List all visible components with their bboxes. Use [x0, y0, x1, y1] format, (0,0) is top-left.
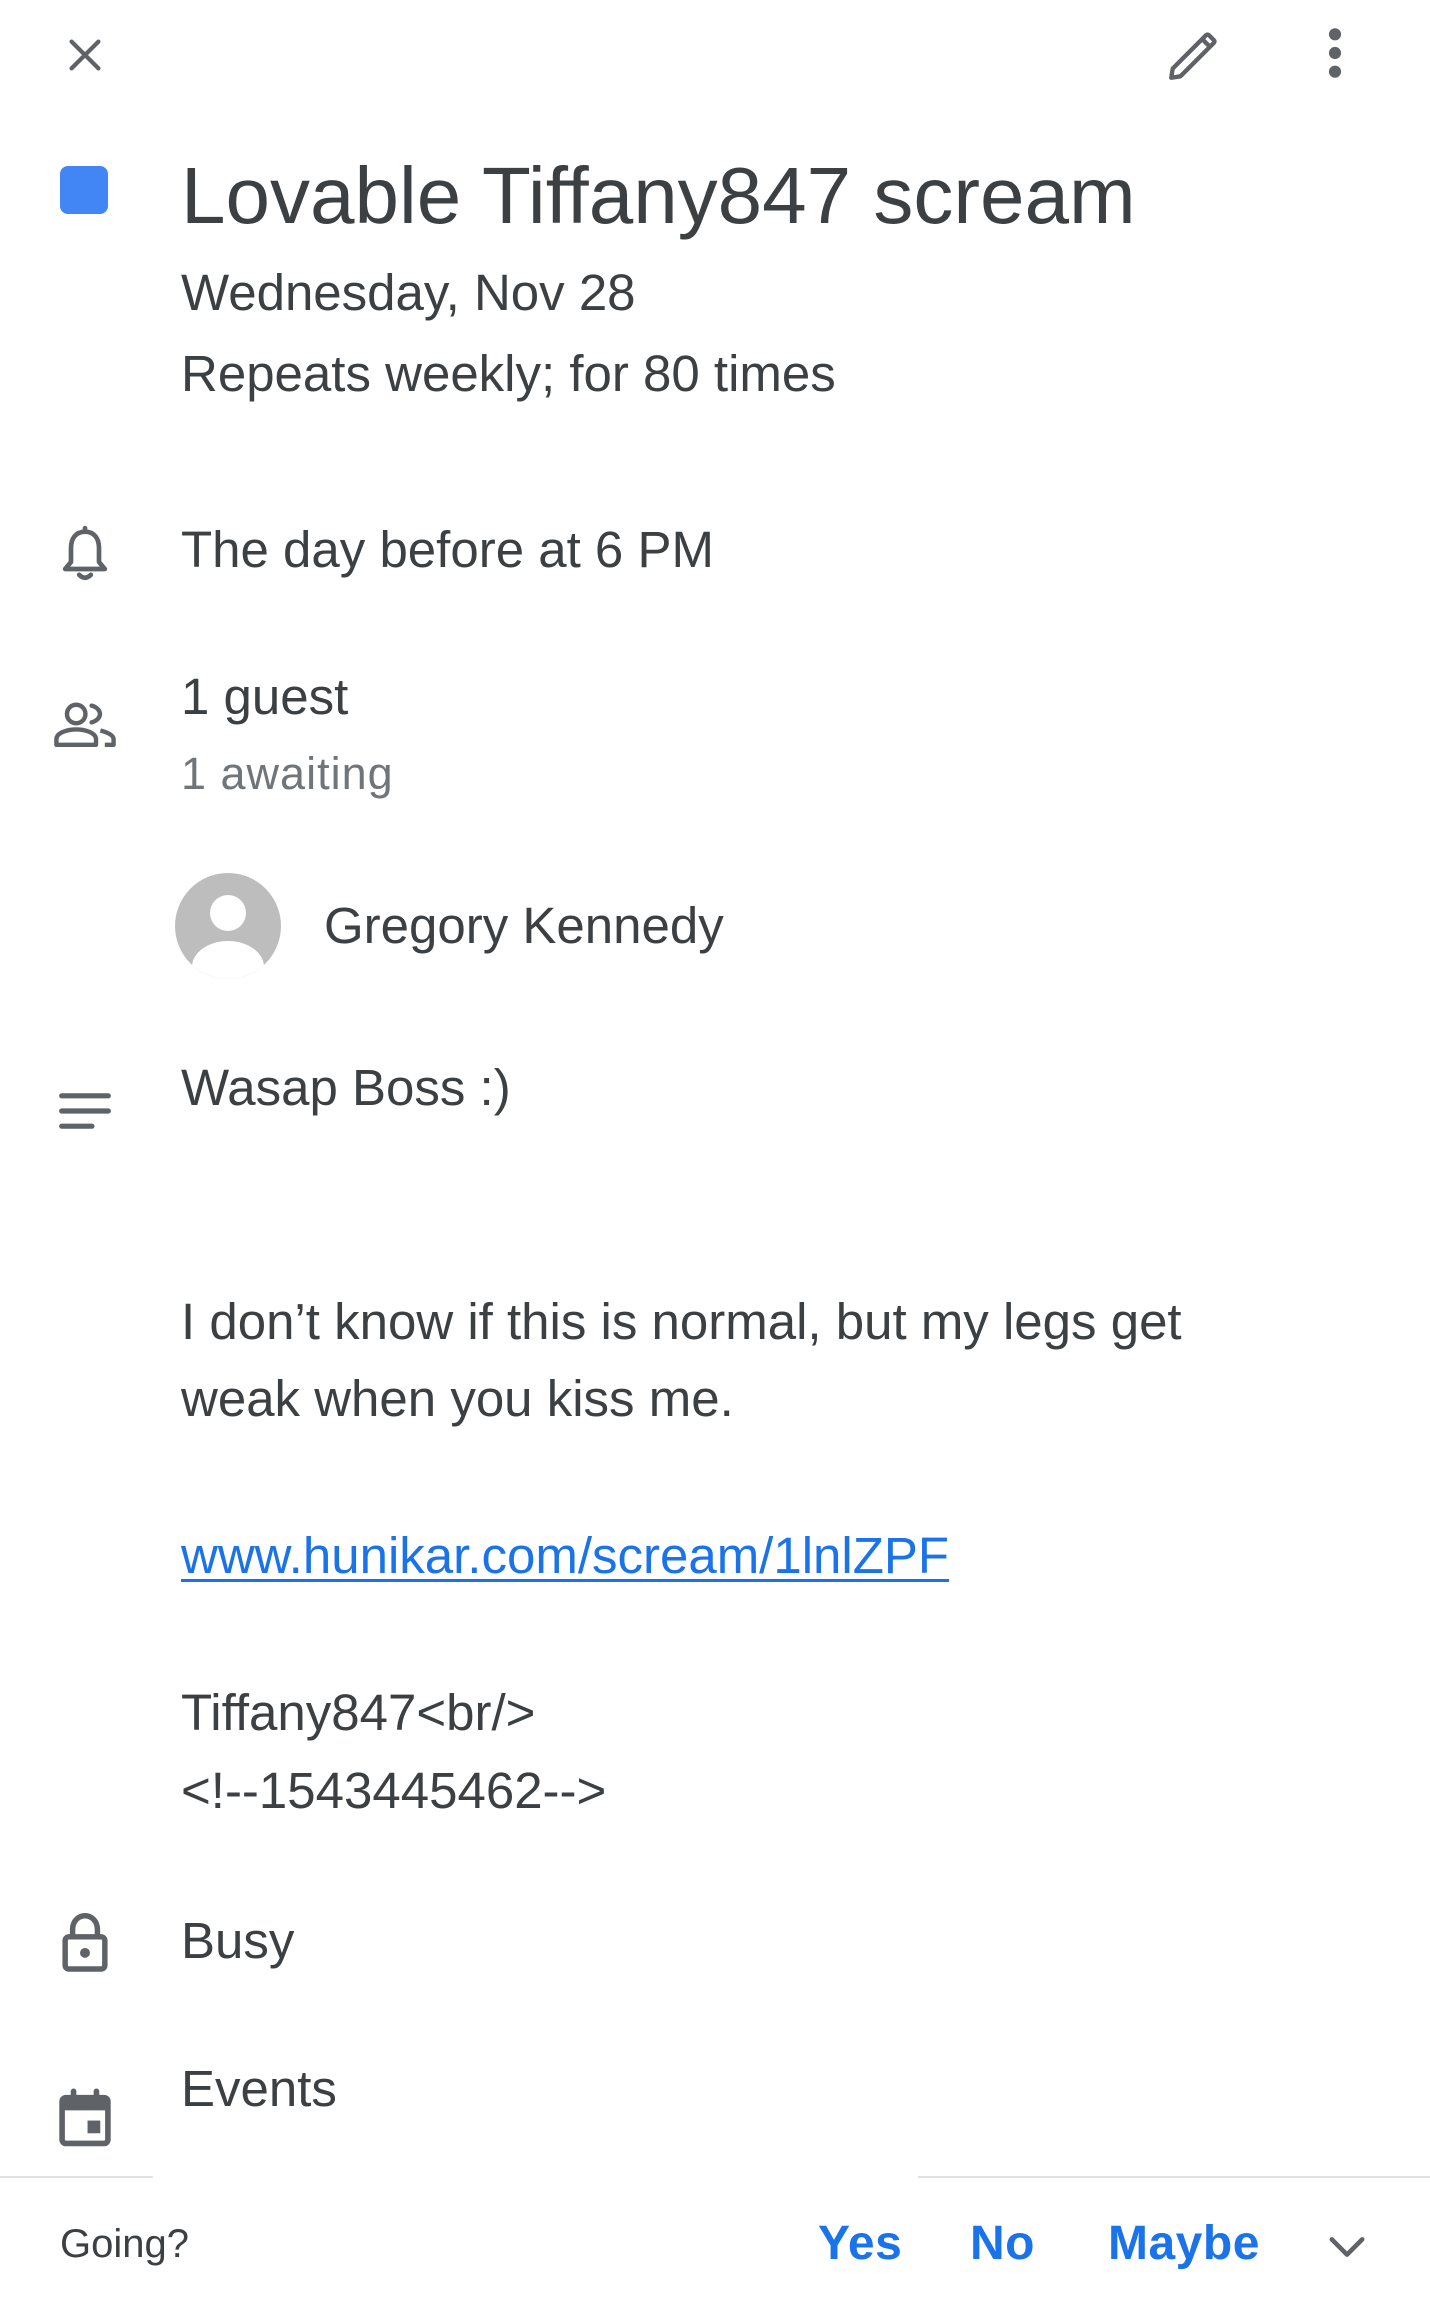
description-link[interactable]: www.hunikar.com/scream/1lnlZPF: [181, 1525, 949, 1586]
event-date: Wednesday, Nov 28: [181, 264, 636, 321]
description-line-2: I don’t know if this is normal, but my l…: [181, 1293, 1182, 1350]
guest-status: 1 awaiting: [181, 748, 394, 799]
availability-icon-wrap: [50, 1908, 120, 1978]
people-icon: [54, 702, 116, 747]
rsvp-divider-right: [918, 2176, 1430, 2178]
description-line-5: <!--1543445462-->: [181, 1762, 607, 1819]
guest-count: 1 guest: [181, 668, 349, 725]
description-line-3: weak when you kiss me.: [181, 1370, 734, 1427]
close-button[interactable]: [50, 20, 120, 90]
rsvp-maybe-button[interactable]: Maybe: [1108, 2216, 1260, 2271]
lock-icon: [62, 1912, 108, 1972]
bell-icon: [62, 525, 108, 581]
rsvp-no-button[interactable]: No: [970, 2216, 1035, 2271]
chevron-down-icon: [1329, 2237, 1365, 2257]
description-icon-wrap: [50, 1076, 120, 1146]
avatar: [175, 873, 281, 979]
edit-button[interactable]: [1155, 18, 1231, 94]
event-recurrence: Repeats weekly; for 80 times: [181, 345, 836, 402]
default-avatar-icon: [192, 895, 264, 979]
more-options-button[interactable]: [1300, 18, 1370, 88]
close-icon: [69, 39, 101, 71]
guests-icon-wrap: [50, 690, 120, 760]
event-color-square: [60, 166, 108, 214]
event-title: Lovable Tiffany847 scream: [181, 151, 1136, 240]
rsvp-label: Going?: [60, 2222, 189, 2266]
availability-text[interactable]: Busy: [181, 1910, 294, 1971]
reminder-icon-wrap: [50, 520, 120, 590]
description-line-1: Wasap Boss :): [181, 1059, 511, 1116]
more-vert-icon: [1328, 28, 1342, 78]
calendar-icon: [59, 2088, 111, 2147]
notes-icon: [59, 1093, 111, 1129]
rsvp-expand-button[interactable]: [1316, 2216, 1378, 2278]
guest-name: Gregory Kennedy: [324, 897, 724, 954]
rsvp-yes-button[interactable]: Yes: [818, 2216, 902, 2271]
description-line-4: Tiffany847<br/>: [181, 1684, 536, 1741]
reminder-text[interactable]: The day before at 6 PM: [181, 519, 714, 580]
rsvp-divider-left: [0, 2176, 153, 2178]
pencil-icon: [1169, 32, 1217, 80]
calendar-icon-wrap: [50, 2083, 120, 2153]
calendar-name: Events: [181, 2060, 337, 2117]
description-link-text[interactable]: www.hunikar.com/scream/1lnlZPF: [181, 1527, 949, 1584]
